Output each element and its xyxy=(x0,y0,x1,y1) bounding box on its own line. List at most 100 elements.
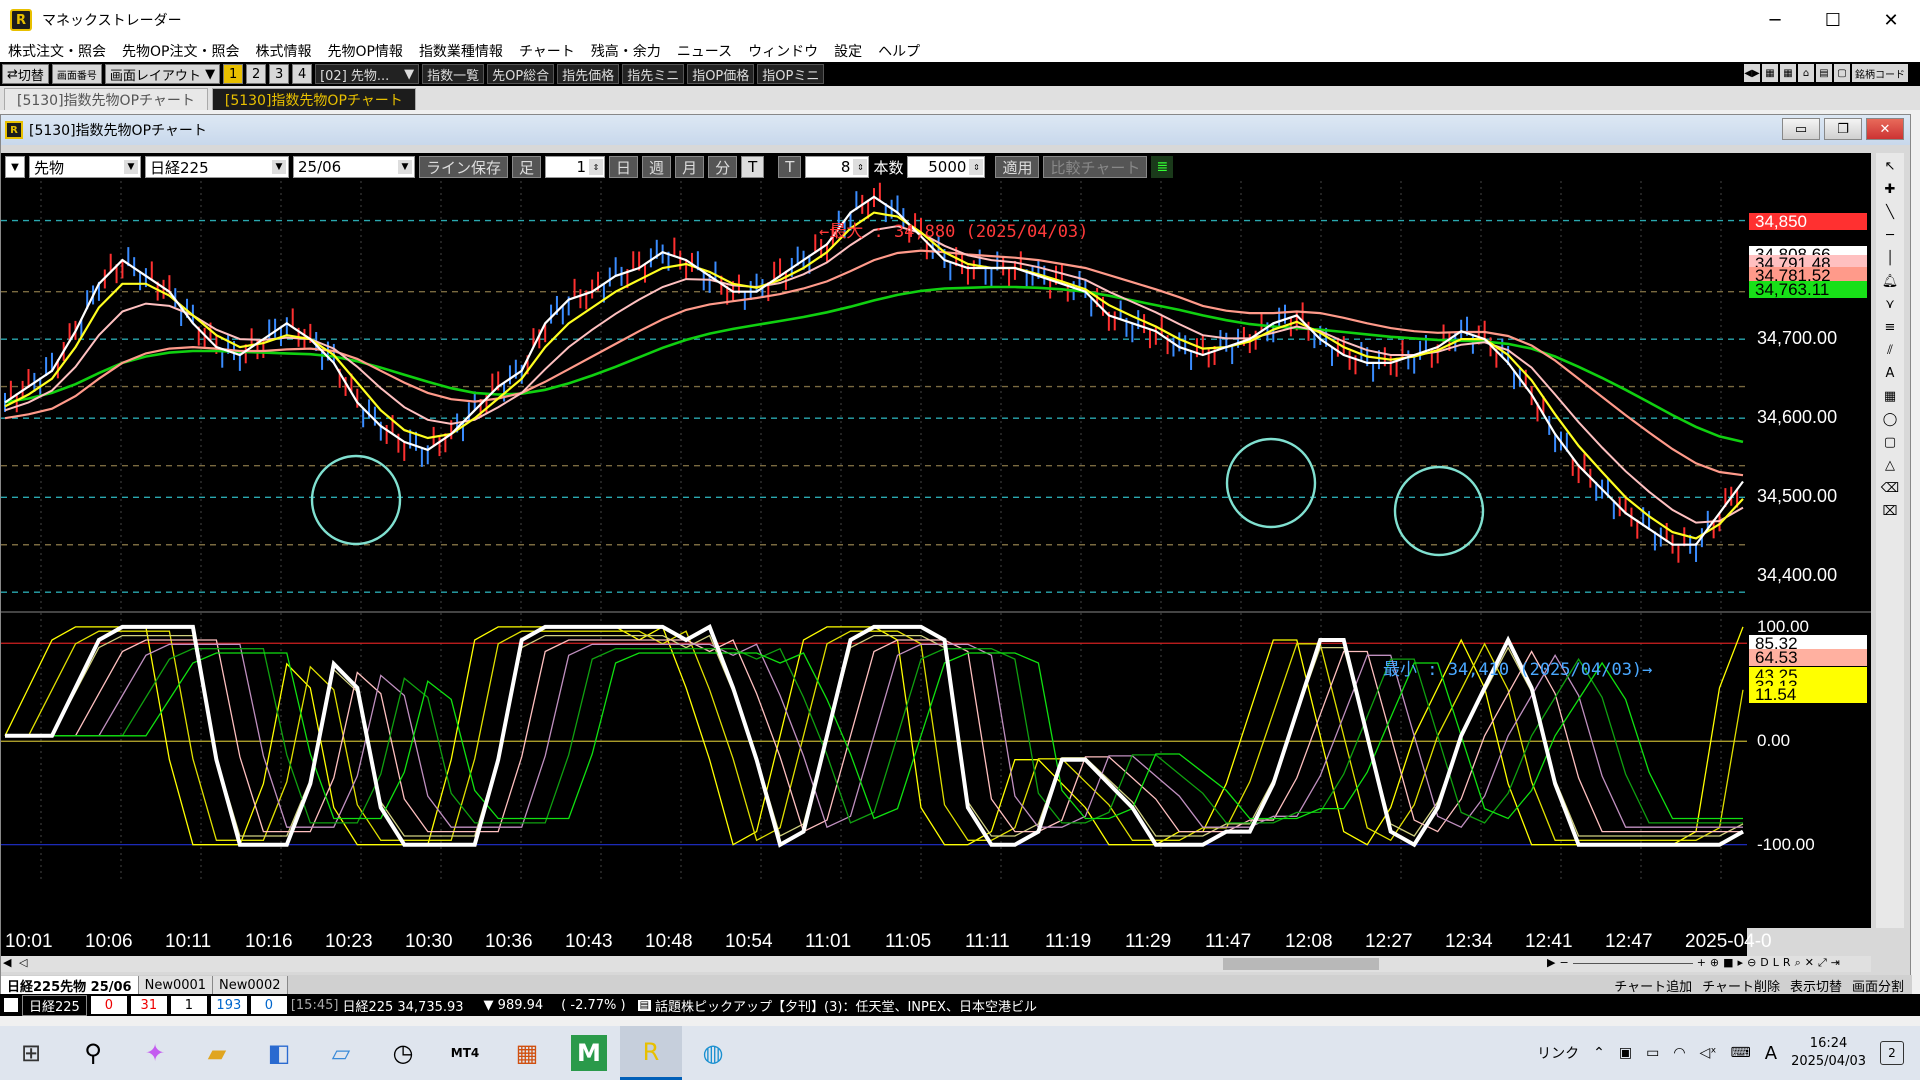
fullscreen-icon[interactable]: ⤢ xyxy=(1818,956,1827,970)
keyboard-icon[interactable]: ⌨ xyxy=(1731,1045,1751,1061)
count-input[interactable]: 5000 ⇕ xyxy=(907,156,986,178)
fit-icon[interactable]: ⊕ xyxy=(1710,956,1719,970)
ticker-news[interactable]: 話題株ピックアップ【夕刊】(3)：任天堂、INPEX、日本空港ビル xyxy=(655,996,1037,1015)
next-icon[interactable]: ▸ xyxy=(1738,956,1744,970)
search-icon[interactable]: ⌕ xyxy=(1795,956,1801,970)
sheet-tab-nikkei[interactable]: 日経225先物 25/06 xyxy=(1,976,139,995)
window-icon[interactable]: ▢ xyxy=(1834,64,1850,82)
index-futures-mini-button[interactable]: 指先ミニ xyxy=(622,64,685,84)
menu-news[interactable]: ニュース xyxy=(677,41,732,61)
notification-badge[interactable]: 2 xyxy=(1880,1041,1904,1065)
stepper-icon[interactable]: ⇕ xyxy=(589,159,604,175)
m-app-icon[interactable]: M xyxy=(571,1035,607,1071)
index-futures-price-button[interactable]: 指先価格 xyxy=(557,64,620,84)
scroll-left-icon[interactable]: ◁ xyxy=(19,956,27,969)
horizontal-line-icon[interactable]: ─ xyxy=(1880,226,1900,244)
battery-icon[interactable]: ▭ xyxy=(1646,1045,1659,1061)
copilot-icon[interactable]: ✦ xyxy=(124,1026,186,1080)
wifi-icon[interactable]: ◠ xyxy=(1673,1045,1685,1061)
tick-value-input[interactable]: 8 ⇕ xyxy=(805,156,870,178)
stop-icon[interactable]: ■ xyxy=(1723,956,1733,970)
text-icon[interactable]: A xyxy=(1880,364,1900,382)
cursor-icon[interactable]: ↖ xyxy=(1880,157,1900,175)
screen-dropdown[interactable]: [02] 先物... ▼ xyxy=(315,64,420,84)
screen-2-button[interactable]: 2 xyxy=(246,64,267,84)
menu-balance[interactable]: 残高・余力 xyxy=(591,41,661,61)
fan-icon[interactable]: ⋎ xyxy=(1880,295,1900,313)
price-chart[interactable] xyxy=(1,181,1871,928)
index-op-price-button[interactable]: 指OP価格 xyxy=(687,64,755,84)
bar-interval-input[interactable]: 1 ⇕ xyxy=(545,156,606,178)
stepper-icon[interactable]: ⇕ xyxy=(969,159,984,175)
zoom-out-icon[interactable]: − xyxy=(1559,956,1568,970)
futures-op-summary-button[interactable]: 先OP総合 xyxy=(487,64,555,84)
reset-icon[interactable]: R xyxy=(1783,956,1791,970)
bell-icon[interactable]: 🔔︎ xyxy=(1880,272,1900,290)
index-op-mini-button[interactable]: 指OPミニ xyxy=(757,64,825,84)
device-icon[interactable]: ▣ xyxy=(1619,1045,1632,1061)
split-screen-button[interactable]: 画面分割 xyxy=(1852,976,1904,995)
index-list-button[interactable]: 指数一覧 xyxy=(422,64,485,84)
menu-index-info[interactable]: 指数業種情報 xyxy=(419,41,503,61)
close-icon[interactable]: ✕ xyxy=(1805,956,1814,970)
close-button[interactable]: ✕ xyxy=(1862,0,1920,40)
contract-month-select[interactable]: 25/06 ▼ xyxy=(293,156,415,178)
bars-icon[interactable]: ≣ xyxy=(1151,156,1174,178)
minimize-button[interactable]: ─ xyxy=(1746,0,1804,40)
day-icon[interactable]: D xyxy=(1760,956,1768,970)
period-tick-button[interactable]: T xyxy=(741,156,765,178)
chart-minimize-button[interactable]: ▭ xyxy=(1782,118,1820,140)
zoom-slider[interactable] xyxy=(1572,956,1693,964)
menu-toggle[interactable]: ▼ xyxy=(5,156,25,178)
grid-icon[interactable]: ▦ xyxy=(1762,64,1778,82)
sheet-tab-new0001[interactable]: New0001 xyxy=(138,976,214,994)
eraser-all-icon[interactable]: ⌧ xyxy=(1880,502,1900,520)
eraser-icon[interactable]: ⌫ xyxy=(1880,479,1900,497)
switch-button[interactable]: ⇄ 切替 xyxy=(2,64,49,84)
edge-icon[interactable]: ◍ xyxy=(682,1026,744,1080)
add-chart-button[interactable]: チャート追加 xyxy=(1614,976,1692,995)
delete-chart-button[interactable]: チャート削除 xyxy=(1702,976,1780,995)
grid-icon[interactable]: ▦ xyxy=(1780,64,1796,82)
rectangle-icon[interactable]: ▢ xyxy=(1880,433,1900,451)
zoom-out-icon[interactable]: ⊖ xyxy=(1747,956,1756,970)
grid-icon[interactable]: ▤ xyxy=(1816,64,1832,82)
sheet-tab-new0002[interactable]: New0002 xyxy=(213,976,288,994)
chevron-up-icon[interactable]: ⌃ xyxy=(1593,1045,1605,1061)
zoom-in-icon[interactable]: + xyxy=(1697,956,1706,970)
screen-3-button[interactable]: 3 xyxy=(269,64,290,84)
vertical-line-icon[interactable]: │ xyxy=(1880,249,1900,267)
period-month-button[interactable]: 月 xyxy=(675,156,705,178)
scroll-left-icon[interactable]: ◀ xyxy=(3,956,11,969)
clock-icon[interactable]: ◷ xyxy=(372,1026,434,1080)
apply-button[interactable]: 適用 xyxy=(995,156,1040,178)
save-line-button[interactable]: ライン保存 xyxy=(419,156,509,178)
screen-1-button[interactable]: 1 xyxy=(223,64,244,84)
triangle-icon[interactable]: △ xyxy=(1880,456,1900,474)
volume-icon[interactable]: ◁ˣ xyxy=(1700,1045,1717,1061)
period-day-button[interactable]: 日 xyxy=(609,156,639,178)
chart-area[interactable]: ←最大 : 34,880 (2025/04/03) 最小 : 34,410 (2… xyxy=(1,181,1871,957)
menu-stock-info[interactable]: 株式情報 xyxy=(255,41,311,61)
period-minute-button[interactable]: 分 xyxy=(708,156,738,178)
layout-dropdown[interactable]: 画面レイアウト ▼ xyxy=(104,64,221,84)
ellipse-icon[interactable]: ◯ xyxy=(1880,410,1900,428)
folder-icon[interactable]: ▰ xyxy=(186,1026,248,1080)
stepper-icon[interactable]: ⇕ xyxy=(853,159,868,175)
product-type-select[interactable]: 先物 ▼ xyxy=(29,156,141,178)
grid-app-icon[interactable]: ▦ xyxy=(496,1026,558,1080)
menu-stock-order[interactable]: 株式注文・照会 xyxy=(8,41,106,61)
menu-futures-order[interactable]: 先物OP注文・照会 xyxy=(122,41,239,61)
arrows-icon[interactable]: ◀▶ xyxy=(1744,64,1760,82)
period-week-button[interactable]: 週 xyxy=(642,156,672,178)
channel-icon[interactable]: ⫽ xyxy=(1880,341,1900,359)
notes-icon[interactable]: ▱ xyxy=(310,1026,372,1080)
mt4-icon[interactable]: MT4 xyxy=(434,1026,496,1080)
screen-number-button[interactable]: 画面番号 xyxy=(51,64,102,84)
app-icon[interactable]: ◧ xyxy=(248,1026,310,1080)
compare-chart-button[interactable]: 比較チャート xyxy=(1043,156,1148,178)
menu-help[interactable]: ヘルプ xyxy=(878,41,920,61)
fibonacci-icon[interactable]: ≡ xyxy=(1880,318,1900,336)
menu-chart[interactable]: チャート xyxy=(519,41,575,61)
chart-close-button[interactable]: ✕ xyxy=(1866,118,1904,140)
